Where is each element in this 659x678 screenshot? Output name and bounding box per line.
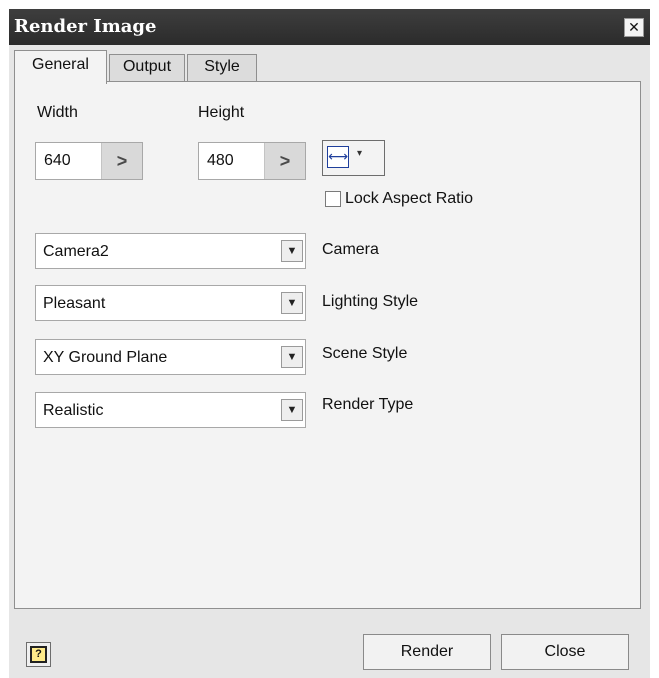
scene-style-label: Scene Style [322,345,408,362]
close-button[interactable]: Close [501,634,629,670]
width-input[interactable]: 640 > [35,142,143,180]
width-height-icon: ⟷ [327,146,349,168]
tab-style[interactable]: Style [187,54,257,82]
aspect-ratio-dropdown-button[interactable]: ⟷ ▾ [322,140,385,176]
dialog-body: General Output Style Width Height 640 > … [9,45,650,678]
width-label: Width [37,104,78,121]
render-button[interactable]: Render [363,634,491,670]
close-window-button[interactable]: ✕ [624,18,644,37]
camera-value: Camera2 [43,243,109,260]
window-title: Render Image [14,16,157,37]
camera-select[interactable]: Camera2 ▼ [35,233,306,269]
tab-general-label: General [32,56,89,73]
render-type-value: Realistic [43,402,104,419]
help-button[interactable]: ? [26,642,51,667]
render-type-select[interactable]: Realistic ▼ [35,392,306,428]
chevron-down-icon[interactable]: ▼ [281,399,303,421]
tab-style-label: Style [204,58,240,75]
help-icon: ? [30,646,47,663]
lighting-style-value: Pleasant [43,295,106,312]
render-type-label: Render Type [322,396,414,413]
lighting-style-label: Lighting Style [322,293,419,310]
scene-style-select[interactable]: XY Ground Plane ▼ [35,339,306,375]
height-value: 480 [207,152,234,169]
tab-output[interactable]: Output [109,54,185,82]
render-image-dialog: Render Image ✕ General Output Style Widt… [9,9,650,678]
chevron-down-icon[interactable]: ▼ [281,346,303,368]
chevron-right-icon: > [279,151,291,171]
width-increment-button[interactable]: > [101,143,142,179]
height-input[interactable]: 480 > [198,142,306,180]
chevron-down-icon: ▾ [357,148,363,159]
tab-output-label: Output [122,58,172,75]
chevron-down-icon[interactable]: ▼ [281,240,303,262]
chevron-right-icon: > [116,151,128,171]
width-value: 640 [44,152,71,169]
chevron-down-icon[interactable]: ▼ [281,292,303,314]
camera-label: Camera [322,241,379,258]
tab-general[interactable]: General [14,50,107,84]
lock-aspect-ratio-checkbox[interactable] [325,191,341,207]
title-bar[interactable]: Render Image ✕ [9,9,650,45]
lock-aspect-ratio-label[interactable]: Lock Aspect Ratio [345,190,473,208]
scene-style-value: XY Ground Plane [43,349,168,366]
lighting-style-select[interactable]: Pleasant ▼ [35,285,306,321]
height-label: Height [198,104,245,121]
height-increment-button[interactable]: > [264,143,305,179]
close-icon: ✕ [628,19,640,35]
